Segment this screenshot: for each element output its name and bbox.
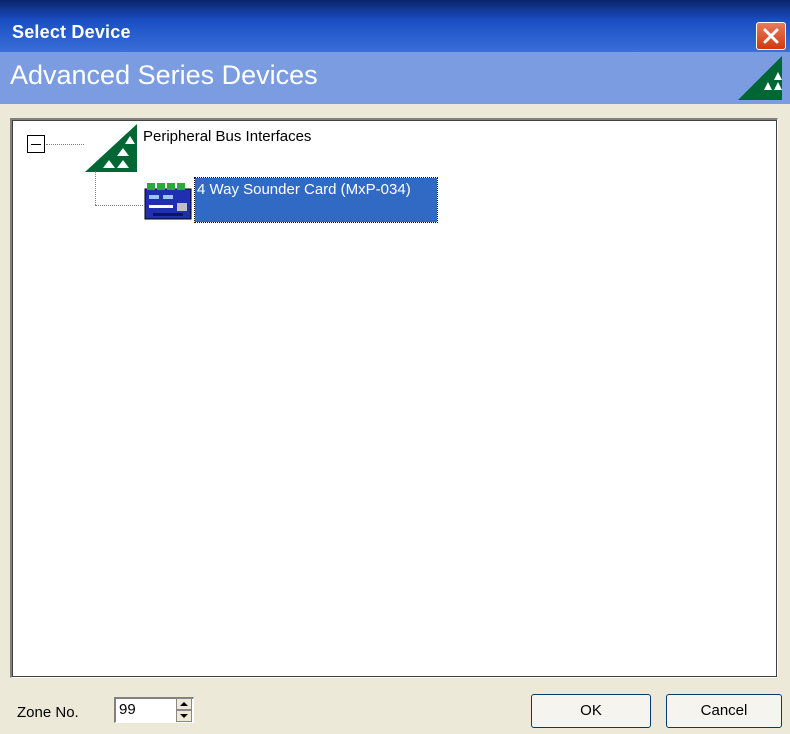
window-title: Select Device bbox=[12, 22, 131, 42]
zone-stepper[interactable] bbox=[176, 698, 192, 722]
close-icon bbox=[763, 28, 779, 44]
peripheral-bus-icon bbox=[85, 124, 137, 172]
chevron-up-icon[interactable] bbox=[176, 698, 192, 710]
tree-connector bbox=[46, 144, 84, 145]
zone-label: Zone No. bbox=[17, 704, 79, 721]
tree-item-peripheral-bus-interfaces[interactable]: Peripheral Bus Interfaces bbox=[143, 128, 311, 145]
close-button[interactable] bbox=[756, 22, 786, 50]
tree-item-sounder-card[interactable]: 4 Way Sounder Card (MxP-034) bbox=[194, 177, 438, 223]
chevron-down-icon[interactable] bbox=[176, 710, 192, 722]
collapse-icon[interactable] bbox=[27, 135, 45, 153]
device-tree[interactable]: Peripheral Bus Interfaces 4 Way Sounder … bbox=[10, 118, 778, 678]
title-bar[interactable]: Select Device bbox=[0, 0, 790, 52]
tree-connector bbox=[95, 171, 96, 205]
tree-connector bbox=[95, 205, 143, 206]
zone-number-value: 99 bbox=[119, 701, 136, 718]
header-title: Advanced Series Devices bbox=[10, 60, 318, 90]
ok-button[interactable]: OK bbox=[531, 694, 651, 728]
triangle-logo-icon bbox=[738, 56, 782, 100]
sounder-card-icon bbox=[144, 183, 192, 220]
header-band: Advanced Series Devices bbox=[0, 52, 790, 104]
cancel-button[interactable]: Cancel bbox=[666, 694, 782, 728]
